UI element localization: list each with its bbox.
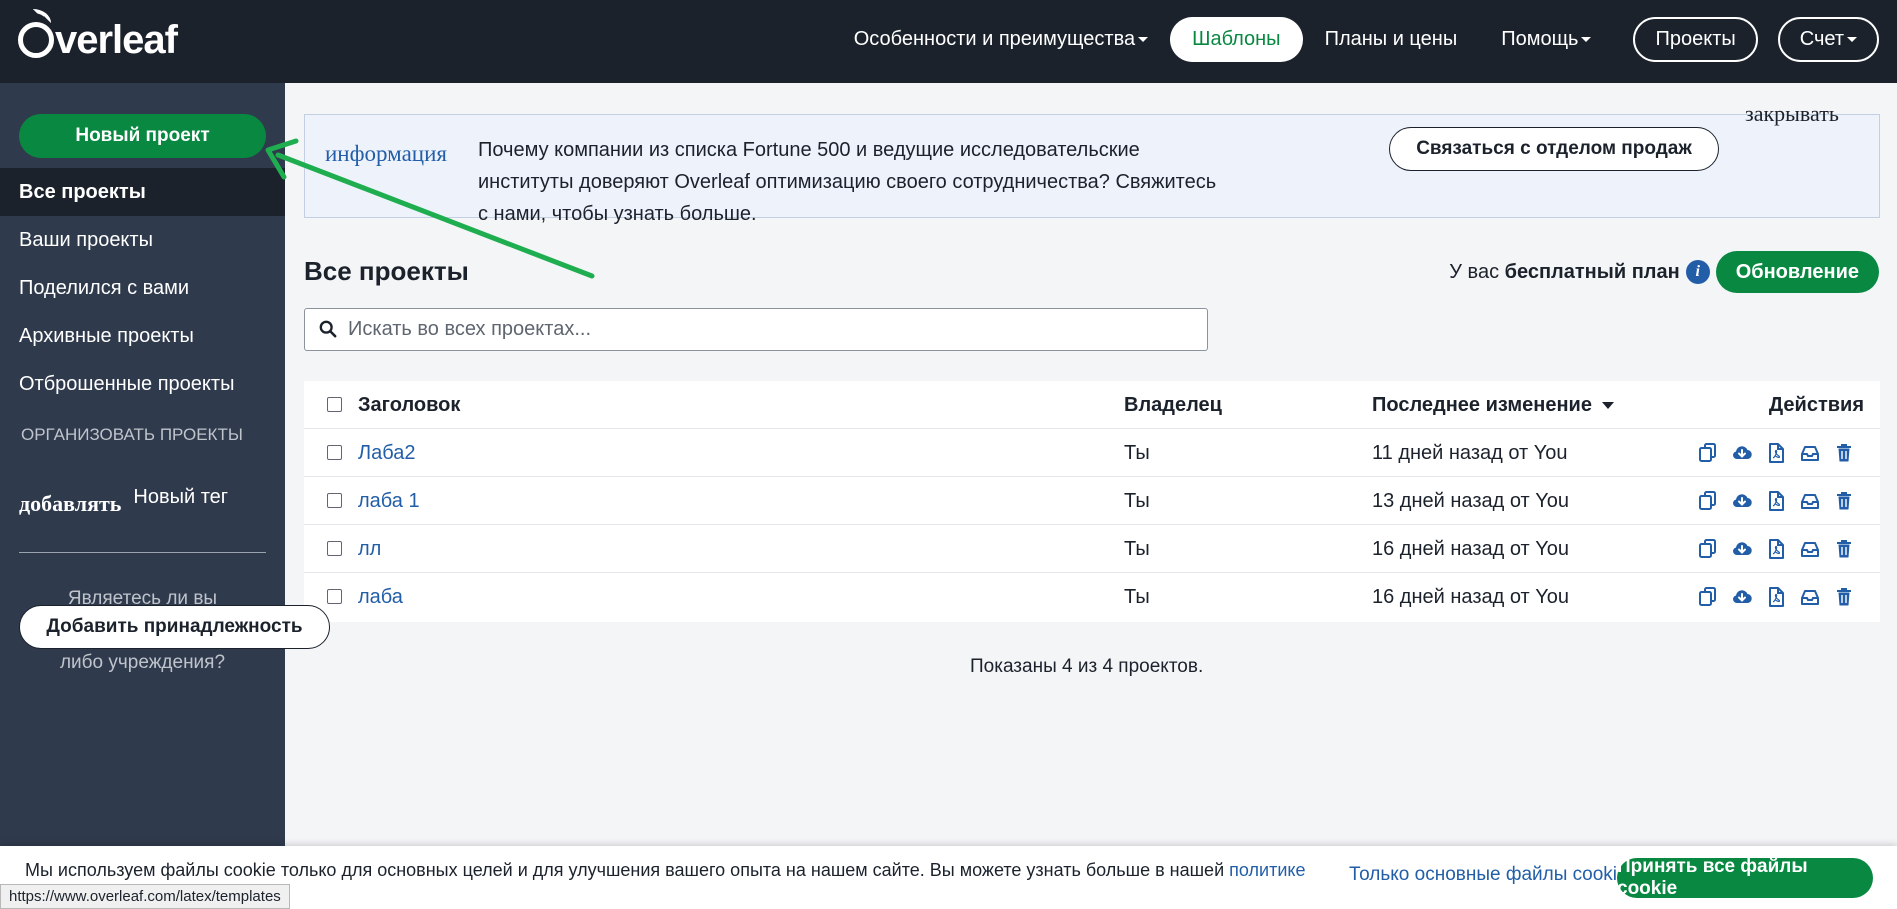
header-owner[interactable]: Владелец bbox=[1124, 381, 1222, 429]
trash-icon[interactable] bbox=[1833, 586, 1855, 608]
search-icon bbox=[319, 320, 337, 338]
overleaf-logo[interactable]: verleaf bbox=[18, 9, 178, 64]
pdf-icon[interactable] bbox=[1765, 490, 1787, 512]
project-title-link[interactable]: лл bbox=[358, 525, 381, 573]
download-icon[interactable] bbox=[1731, 490, 1753, 512]
nav-templates[interactable]: Шаблоны bbox=[1170, 17, 1303, 62]
add-affiliation-button[interactable]: Добавить принадлежность bbox=[19, 605, 330, 649]
table-header-row: Заголовок Владелец Последнее изменение Д… bbox=[304, 381, 1880, 429]
table-row: лл Ты 16 дней назад от You bbox=[304, 525, 1880, 573]
project-last-modified: 13 дней назад от You bbox=[1372, 489, 1569, 512]
archive-icon[interactable] bbox=[1799, 442, 1821, 464]
project-last-modified: 11 дней назад от You bbox=[1372, 441, 1568, 464]
logo-leaf-icon bbox=[18, 9, 54, 58]
row-checkbox[interactable] bbox=[327, 589, 342, 604]
sort-desc-icon bbox=[1601, 401, 1614, 409]
info-icon: информация bbox=[325, 141, 447, 166]
project-last-modified: 16 дней назад от You bbox=[1372, 537, 1569, 560]
archive-icon[interactable] bbox=[1799, 490, 1821, 512]
copy-icon[interactable] bbox=[1697, 442, 1719, 464]
download-icon[interactable] bbox=[1731, 442, 1753, 464]
header-title[interactable]: Заголовок bbox=[358, 381, 460, 429]
status-url-tooltip: https://www.overleaf.com/latex/templates bbox=[0, 884, 290, 909]
sidebar-item-archived[interactable]: Архивные проекты bbox=[0, 312, 285, 360]
download-icon[interactable] bbox=[1731, 538, 1753, 560]
nav-plans[interactable]: Планы и цены bbox=[1303, 17, 1480, 62]
copy-icon[interactable] bbox=[1697, 538, 1719, 560]
project-title-link[interactable]: лаба 1 bbox=[358, 477, 420, 525]
archive-icon[interactable] bbox=[1799, 538, 1821, 560]
add-label: добавлять bbox=[19, 491, 122, 516]
pdf-icon[interactable] bbox=[1765, 538, 1787, 560]
plan-name: бесплатный план bbox=[1504, 260, 1680, 283]
sidebar-divider bbox=[19, 552, 266, 553]
trash-icon[interactable] bbox=[1833, 538, 1855, 560]
new-project-button[interactable]: Новый проект bbox=[19, 114, 266, 158]
upgrade-button[interactable]: Обновление bbox=[1715, 251, 1879, 293]
cookie-policy-link[interactable]: политике bbox=[1229, 860, 1305, 880]
sidebar-item-shared-with-you[interactable]: Поделился с вами bbox=[0, 264, 285, 312]
trash-icon[interactable] bbox=[1833, 490, 1855, 512]
logo-text: verleaf bbox=[55, 17, 178, 62]
pdf-icon[interactable] bbox=[1765, 442, 1787, 464]
plan-prefix: У вас bbox=[1449, 260, 1500, 283]
nav-account-button[interactable]: Счет bbox=[1777, 17, 1879, 62]
row-actions bbox=[1697, 442, 1855, 464]
table-row: Лаба2 Ты 11 дней назад от You bbox=[304, 429, 1880, 477]
row-checkbox[interactable] bbox=[327, 493, 342, 508]
projects-count: Показаны 4 из 4 проектов. bbox=[970, 656, 1204, 677]
search-input[interactable] bbox=[348, 309, 1198, 350]
banner-close-button[interactable]: закрывать bbox=[1745, 101, 1839, 127]
sidebar-item-your-projects[interactable]: Ваши проекты bbox=[0, 216, 285, 264]
plan-status: У вас бесплатный план i Обновление bbox=[1449, 251, 1879, 293]
row-actions bbox=[1697, 490, 1855, 512]
top-navbar: verleaf Особенности и преимущества Шабло… bbox=[0, 0, 1897, 83]
caret-down-icon bbox=[1138, 37, 1149, 42]
banner-message: Почему компании из списка Fortune 500 и … bbox=[478, 139, 1217, 225]
project-owner: Ты bbox=[1124, 489, 1150, 512]
sidebar: Новый проект Все проекты Ваши проекты По… bbox=[0, 83, 285, 909]
cookie-message: Мы используем файлы cookie только для ос… bbox=[25, 860, 1306, 880]
trash-icon[interactable] bbox=[1833, 442, 1855, 464]
new-tag-button[interactable]: добавлять Новый тег bbox=[19, 483, 229, 516]
row-actions bbox=[1697, 586, 1855, 608]
info-banner: информация Почему компании из списка For… bbox=[304, 101, 1880, 225]
projects-table: Заголовок Владелец Последнее изменение Д… bbox=[304, 381, 1880, 622]
contact-sales-button[interactable]: Связаться с отделом продаж bbox=[1389, 127, 1719, 171]
project-owner: Ты bbox=[1124, 537, 1150, 560]
row-actions bbox=[1697, 538, 1855, 560]
project-search bbox=[304, 308, 1208, 351]
caret-down-icon bbox=[1581, 37, 1592, 42]
project-title-link[interactable]: лаба bbox=[358, 573, 403, 621]
table-row: лаба 1 Ты 13 дней назад от You bbox=[304, 477, 1880, 525]
header-last-modified[interactable]: Последнее изменение bbox=[1372, 381, 1614, 429]
project-title-link[interactable]: Лаба2 bbox=[358, 429, 416, 477]
header-actions: Действия bbox=[1768, 393, 1864, 416]
nav-features[interactable]: Особенности и преимущества bbox=[832, 17, 1170, 62]
table-row: лаба Ты 16 дней назад от You bbox=[304, 573, 1880, 621]
copy-icon[interactable] bbox=[1697, 586, 1719, 608]
pdf-icon[interactable] bbox=[1765, 586, 1787, 608]
caret-down-icon bbox=[1847, 37, 1857, 42]
sidebar-item-trashed[interactable]: Отброшенные проекты bbox=[0, 360, 285, 408]
organize-projects-heading: ОРГАНИЗОВАТЬ ПРОЕКТЫ bbox=[21, 425, 243, 444]
accept-all-cookies-button[interactable]: Принять все файлы cookie bbox=[1617, 856, 1873, 899]
nav-help[interactable]: Помощь bbox=[1479, 17, 1613, 62]
essential-cookies-button[interactable]: Только основные файлы cookie bbox=[1349, 864, 1628, 886]
archive-icon[interactable] bbox=[1799, 586, 1821, 608]
project-owner: Ты bbox=[1124, 441, 1150, 464]
row-checkbox[interactable] bbox=[327, 445, 342, 460]
project-last-modified: 16 дней назад от You bbox=[1372, 585, 1569, 608]
page-title: Все проекты bbox=[304, 256, 469, 286]
select-all-checkbox[interactable] bbox=[327, 397, 342, 412]
project-owner: Ты bbox=[1124, 585, 1150, 608]
plan-info-icon[interactable]: i bbox=[1685, 260, 1710, 284]
sidebar-item-all-projects[interactable]: Все проекты bbox=[0, 168, 285, 216]
download-icon[interactable] bbox=[1731, 586, 1753, 608]
nav-projects-button[interactable]: Проекты bbox=[1633, 17, 1758, 62]
row-checkbox[interactable] bbox=[327, 541, 342, 556]
copy-icon[interactable] bbox=[1697, 490, 1719, 512]
new-tag-label: Новый тег bbox=[133, 486, 229, 508]
